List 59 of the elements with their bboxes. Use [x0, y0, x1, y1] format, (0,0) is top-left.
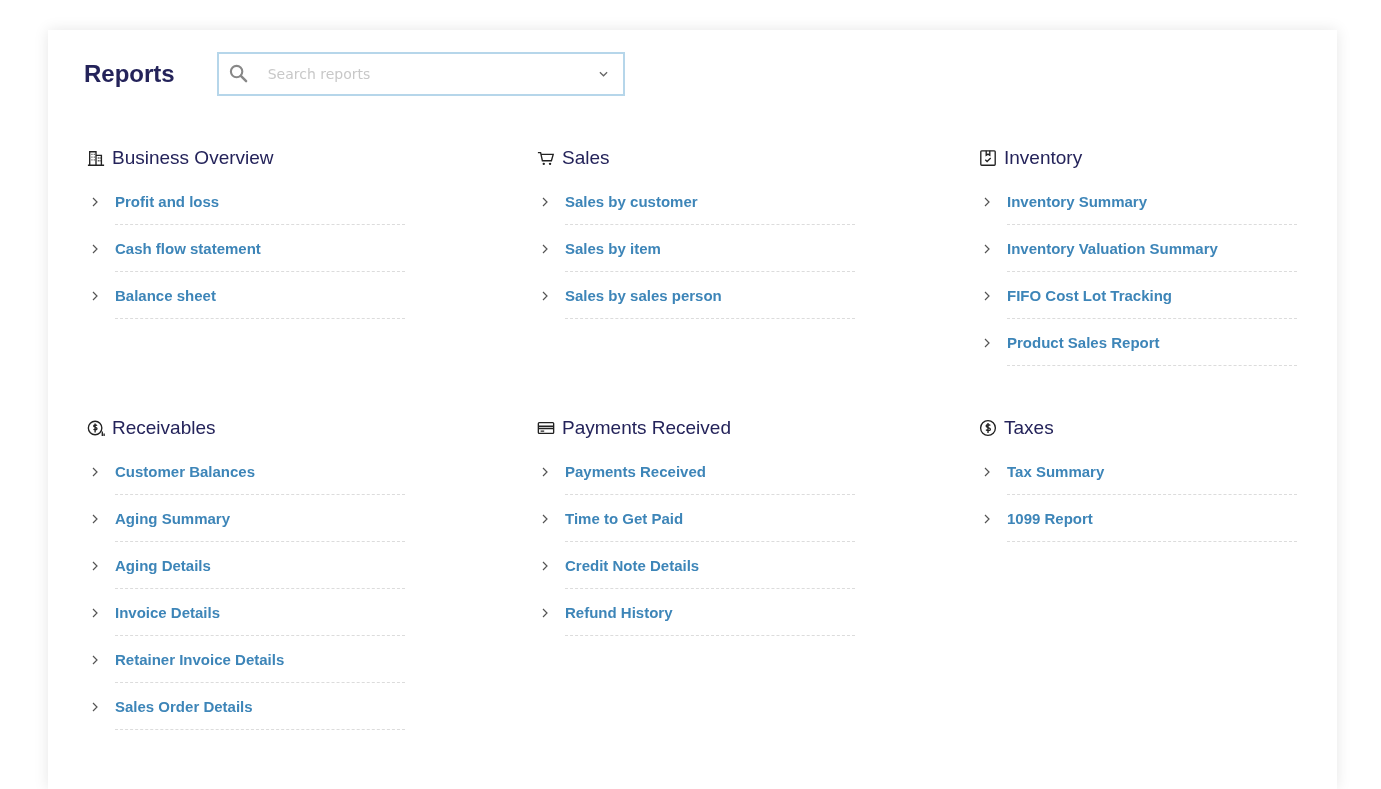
- section-heading: Taxes: [1004, 417, 1054, 439]
- chevron-icon: [542, 513, 548, 524]
- section-heading: Payments Received: [562, 417, 731, 439]
- report-link[interactable]: Balance sheet: [115, 272, 405, 319]
- section-heading: Business Overview: [112, 147, 274, 169]
- chevron-icon: [984, 243, 990, 254]
- report-link[interactable]: Cash flow statement: [115, 225, 405, 272]
- report-link[interactable]: Sales Order Details: [115, 683, 405, 730]
- chevron-icon: [92, 560, 98, 571]
- page-title: Reports: [84, 60, 175, 88]
- report-link[interactable]: Inventory Summary: [1007, 178, 1297, 225]
- box-icon: [979, 149, 997, 167]
- caret-icon: [598, 71, 608, 77]
- report-link[interactable]: Aging Summary: [115, 495, 405, 542]
- report-link[interactable]: Aging Details: [115, 542, 405, 589]
- report-link[interactable]: Credit Note Details: [565, 542, 855, 589]
- dollar-icon: [979, 419, 997, 437]
- chevron-icon: [92, 290, 98, 301]
- chevron-icon: [984, 513, 990, 524]
- chevron-icon: [542, 243, 548, 254]
- report-link[interactable]: Retainer Invoice Details: [115, 636, 405, 683]
- report-link[interactable]: Invoice Details: [115, 589, 405, 636]
- chevron-icon: [542, 607, 548, 618]
- report-link[interactable]: Sales by item: [565, 225, 855, 272]
- chevron-icon: [92, 607, 98, 618]
- section-heading: Sales: [562, 147, 610, 169]
- report-link[interactable]: Product Sales Report: [1007, 319, 1297, 366]
- chevron-icon: [92, 513, 98, 524]
- coin-icon: [87, 419, 105, 437]
- chevron-icon: [984, 466, 990, 477]
- report-link[interactable]: Profit and loss: [115, 178, 405, 225]
- report-link[interactable]: Sales by customer: [565, 178, 855, 225]
- chevron-icon: [542, 560, 548, 571]
- report-link[interactable]: 1099 Report: [1007, 495, 1297, 542]
- chevron-icon: [92, 654, 98, 665]
- report-link[interactable]: Tax Summary: [1007, 448, 1297, 495]
- building-icon: [87, 149, 105, 167]
- search-icon: [228, 64, 248, 83]
- chevron-icon: [542, 196, 548, 207]
- chevron-icon: [92, 701, 98, 712]
- report-link[interactable]: Sales by sales person: [565, 272, 855, 319]
- report-link[interactable]: FIFO Cost Lot Tracking: [1007, 272, 1297, 319]
- chevron-icon: [92, 466, 98, 477]
- chevron-icon: [984, 337, 990, 348]
- chevron-icon: [542, 290, 548, 301]
- cart-icon: [537, 149, 555, 167]
- section-heading: Receivables: [112, 417, 216, 439]
- report-link[interactable]: Time to Get Paid: [565, 495, 855, 542]
- chevron-icon: [92, 196, 98, 207]
- chevron-icon: [984, 196, 990, 207]
- section-heading: Inventory: [1004, 147, 1083, 169]
- chevron-icon: [984, 290, 990, 301]
- chevron-icon: [92, 243, 98, 254]
- report-link[interactable]: Refund History: [565, 589, 855, 636]
- report-link[interactable]: Inventory Valuation Summary: [1007, 225, 1297, 272]
- credit-card-icon: [537, 419, 555, 437]
- chevron-icon: [542, 466, 548, 477]
- report-link[interactable]: Customer Balances: [115, 448, 405, 495]
- report-link[interactable]: Payments Received: [565, 448, 855, 495]
